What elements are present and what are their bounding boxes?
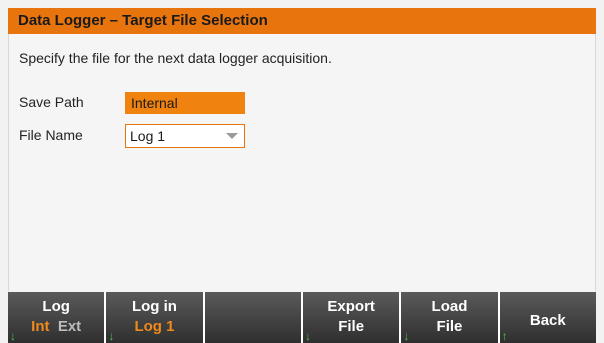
log-softkey-label: Log xyxy=(42,298,70,315)
down-arrow-icon: ↓ xyxy=(10,329,16,343)
down-arrow-icon: ↓ xyxy=(304,329,311,343)
down-arrow-icon: ↓ xyxy=(108,329,115,343)
content-panel: Specify the file for the next data logge… xyxy=(8,34,596,291)
log-in-softkey[interactable]: Log in Log 1 ↓ xyxy=(106,292,205,343)
save-path-field[interactable]: Internal xyxy=(125,92,245,114)
log-option-int: Int xyxy=(31,318,50,335)
log-option-ext: Ext xyxy=(57,318,82,335)
log-softkey[interactable]: Log Int Ext ↓ xyxy=(8,292,107,343)
softkey-bar: Log Int Ext ↓ Log in Log 1 ↓ Export File… xyxy=(8,292,596,343)
file-name-value: Log 1 xyxy=(130,128,166,144)
file-name-dropdown[interactable]: Log 1 xyxy=(125,124,245,148)
back-softkey-label: Back xyxy=(529,312,566,329)
save-path-label: Save Path xyxy=(19,94,84,110)
export-file-line1: Export xyxy=(327,298,375,315)
load-file-line2: File xyxy=(436,318,463,335)
file-name-label: File Name xyxy=(19,127,83,143)
log-softkey-options: Int Ext xyxy=(8,318,104,335)
instruction-text: Specify the file for the next data logge… xyxy=(19,50,332,66)
blank-softkey[interactable] xyxy=(204,292,303,343)
load-file-line1: Load xyxy=(431,298,468,315)
page-title: Data Logger – Target File Selection xyxy=(8,8,596,34)
down-arrow-icon: ↓ xyxy=(403,329,410,343)
export-file-softkey[interactable]: Export File ↓ xyxy=(302,292,402,343)
log-in-softkey-value: Log 1 xyxy=(134,318,175,335)
up-arrow-icon: ↑ xyxy=(501,329,508,343)
back-softkey[interactable]: Back ↑ xyxy=(499,292,596,343)
load-file-softkey[interactable]: Load File ↓ xyxy=(401,292,500,343)
log-in-softkey-label: Log in xyxy=(131,298,177,315)
export-file-line2: File xyxy=(338,318,365,335)
screen: Data Logger – Target File Selection Spec… xyxy=(0,0,604,343)
chevron-down-icon xyxy=(226,133,238,139)
